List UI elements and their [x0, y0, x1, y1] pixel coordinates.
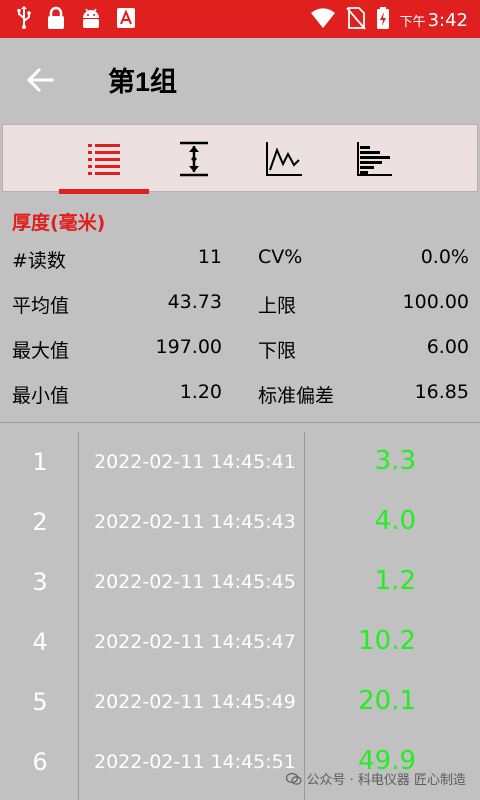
list-icon: [88, 144, 120, 175]
row-timestamp: 2022-02-11 14:45:41: [94, 451, 296, 473]
row-timestamp: 2022-02-11 14:45:43: [94, 511, 296, 533]
summary-panel: 厚度(毫米) #读数 11 CV% 0.0% 平均值 43.73 上限 100.…: [0, 200, 480, 422]
back-button[interactable]: [22, 62, 58, 98]
stat-value-max: 197.00: [155, 336, 222, 358]
tab-trend[interactable]: [239, 125, 329, 193]
arrow-back-icon: [26, 67, 54, 93]
wifi-icon: [310, 6, 336, 34]
row-index: 4: [32, 628, 48, 656]
readings-table: 1 2022-02-11 14:45:41 3.3 2 2022-02-11 1…: [0, 432, 480, 800]
table-row[interactable]: 2 2022-02-11 14:45:43 4.0: [0, 492, 480, 552]
stat-value-upper-limit: 100.00: [402, 291, 469, 313]
tab-histogram[interactable]: [329, 125, 419, 193]
summary-divider: [0, 422, 480, 423]
clock-ampm: 下午: [399, 14, 426, 30]
row-index: 2: [32, 508, 48, 536]
stat-value-std-dev: 16.85: [414, 381, 469, 403]
summary-title: 厚度(毫米): [12, 212, 106, 234]
stat-label-cv: CV%: [258, 246, 303, 268]
table-row[interactable]: 1 2022-02-11 14:45:41 3.3: [0, 432, 480, 492]
stat-label-upper-limit: 上限: [258, 295, 297, 317]
table-row[interactable]: 4 2022-02-11 14:45:47 10.2: [0, 612, 480, 672]
stat-label-readings: #读数: [12, 250, 66, 272]
watermark: 公众号 · 科电仪器 匠心制造: [286, 769, 466, 788]
row-timestamp: 2022-02-11 14:45:45: [94, 571, 296, 593]
row-timestamp: 2022-02-11 14:45:51: [94, 751, 296, 773]
row-value: 10.2: [358, 626, 416, 656]
font-app-icon: [116, 6, 136, 34]
app-header: 第1组: [0, 38, 480, 122]
lock-icon: [46, 6, 66, 34]
row-timestamp: 2022-02-11 14:45:47: [94, 631, 296, 653]
table-row[interactable]: 3 2022-02-11 14:45:45 1.2: [0, 552, 480, 612]
row-value: 1.2: [374, 566, 416, 596]
clock: 下午 3:42: [400, 10, 468, 31]
view-tabs: [2, 124, 478, 194]
stat-label-max: 最大值: [12, 340, 70, 362]
no-sim-icon: [345, 6, 366, 34]
battery-charging-icon: [376, 6, 390, 34]
histogram-icon: [357, 142, 392, 176]
stat-value-cv: 0.0%: [420, 246, 469, 268]
stat-value-lower-limit: 6.00: [426, 336, 469, 358]
row-index: 6: [32, 748, 48, 776]
page-title: 第1组: [108, 67, 178, 97]
usb-icon: [16, 6, 32, 34]
stat-label-lower-limit: 下限: [258, 340, 297, 362]
wechat-icon: [286, 772, 303, 785]
stat-label-std-dev: 标准偏差: [258, 385, 335, 407]
row-value: 3.3: [374, 446, 416, 476]
stat-value-average: 43.73: [167, 291, 222, 313]
stat-label-average: 平均值: [12, 295, 70, 317]
table-row[interactable]: 5 2022-02-11 14:45:49 20.1: [0, 672, 480, 732]
row-index: 1: [32, 448, 48, 476]
row-value: 4.0: [374, 506, 416, 536]
android-icon: [80, 6, 102, 34]
tab-limits[interactable]: [149, 125, 239, 193]
row-index: 5: [32, 688, 48, 716]
stat-label-min: 最小值: [12, 385, 70, 407]
status-bar: 下午 3:42: [0, 0, 480, 38]
stat-value-readings: 11: [197, 246, 222, 268]
stat-value-min: 1.20: [179, 381, 222, 403]
thickness-limit-icon: [180, 141, 208, 177]
line-chart-icon: [266, 142, 302, 176]
row-value: 20.1: [358, 686, 416, 716]
row-timestamp: 2022-02-11 14:45:49: [94, 691, 296, 713]
watermark-text: 公众号 · 科电仪器 匠心制造: [306, 773, 466, 788]
clock-time: 3:42: [427, 9, 468, 31]
row-index: 3: [32, 568, 48, 596]
tab-list[interactable]: [59, 125, 149, 194]
